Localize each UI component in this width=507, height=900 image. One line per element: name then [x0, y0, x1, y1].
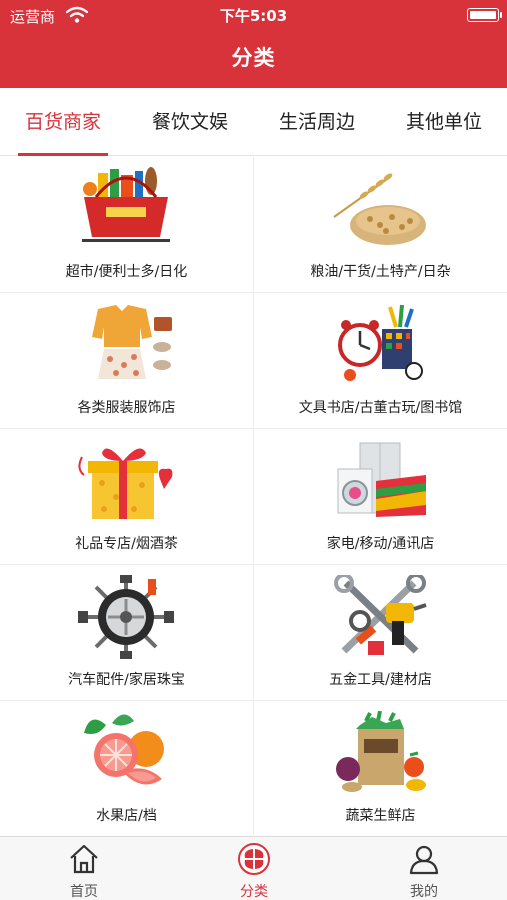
category-label: 蔬菜生鲜店: [345, 808, 416, 824]
category-label: 水果店/档: [96, 808, 157, 824]
bottom-tab-bar: 首页 分类 我的: [0, 836, 507, 900]
tabbar-category-label: 分类: [240, 884, 268, 900]
category-gifts[interactable]: 礼品专店/烟酒茶: [0, 429, 253, 564]
category-label: 五金工具/建材店: [329, 672, 432, 688]
page-title: 分类: [231, 46, 276, 70]
tabbar-profile[interactable]: 我的: [384, 837, 464, 900]
clothing-icon: [92, 305, 172, 379]
category-supermarket[interactable]: 超市/便利士多/日化: [0, 157, 253, 292]
category-label: 汽车配件/家居珠宝: [68, 672, 185, 688]
car-parts-icon: [78, 575, 174, 659]
gift-box-icon: [78, 448, 173, 519]
home-icon: [70, 844, 98, 874]
vegetables-icon: [336, 711, 426, 792]
status-bar: 运营商 下午5:03: [0, 0, 507, 30]
user-icon: [409, 845, 439, 875]
appliances-icon: [337, 442, 426, 517]
category-car-parts[interactable]: 汽车配件/家居珠宝: [0, 565, 253, 700]
tabbar-home[interactable]: 首页: [44, 837, 124, 900]
tab-other-units[interactable]: 其他单位: [399, 88, 489, 156]
wheat-grain-icon: [333, 173, 426, 245]
category-label: 超市/便利士多/日化: [65, 264, 188, 280]
battery-icon: [467, 8, 502, 22]
supermarket-basket-icon: [82, 167, 170, 242]
category-vegetables[interactable]: 蔬菜生鲜店: [254, 701, 507, 836]
category-label: 文具书店/古董古玩/图书馆: [298, 400, 463, 416]
tabbar-category[interactable]: 分类: [214, 837, 294, 900]
category-label: 礼品专店/烟酒茶: [75, 536, 178, 552]
category-hardware[interactable]: 五金工具/建材店: [254, 565, 507, 700]
tab-local-life[interactable]: 生活周边: [272, 88, 362, 156]
category-grid: 超市/便利士多/日化 粮油/干货/土特产/日杂 各类服装服饰店 文具书店/古董古…: [0, 157, 507, 836]
category-grain-oil[interactable]: 粮油/干货/土特产/日杂: [254, 157, 507, 292]
stationery-icon: [338, 304, 423, 381]
tab-department-stores[interactable]: 百货商家: [18, 88, 108, 156]
category-fruit[interactable]: 水果店/档: [0, 701, 253, 836]
app-header: 运营商 下午5:03 分类: [0, 0, 507, 88]
category-label: 各类服装服饰店: [77, 400, 176, 416]
category-clothing[interactable]: 各类服装服饰店: [0, 293, 253, 428]
fruit-icon: [84, 714, 164, 785]
hardware-tools-icon: [334, 575, 427, 655]
tabbar-home-label: 首页: [70, 884, 98, 900]
tabbar-profile-label: 我的: [410, 884, 438, 900]
category-label: 家电/移动/通讯店: [326, 536, 435, 552]
clock: 下午5:03: [219, 7, 288, 25]
category-stationery[interactable]: 文具书店/古董古玩/图书馆: [254, 293, 507, 428]
category-appliances[interactable]: 家电/移动/通讯店: [254, 429, 507, 564]
tab-food-entertainment[interactable]: 餐饮文娱: [145, 88, 235, 156]
category-tabs: 百货商家 餐饮文娱 生活周边 其他单位: [0, 88, 507, 156]
category-icon: [238, 843, 270, 875]
category-label: 粮油/干货/土特产/日杂: [310, 264, 451, 280]
